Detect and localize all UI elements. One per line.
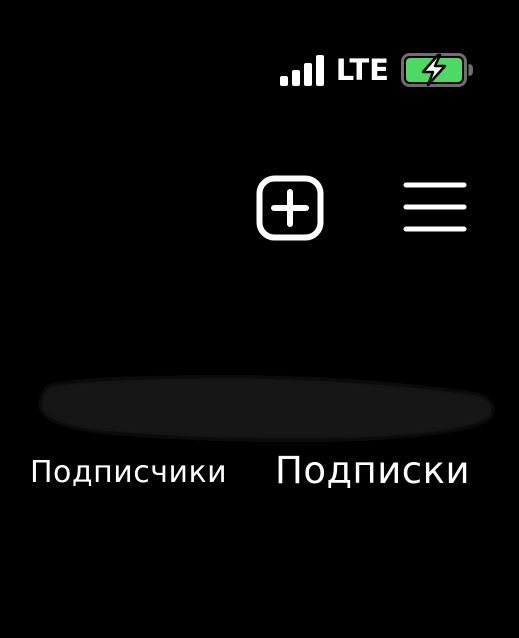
status-bar: LTE bbox=[279, 50, 475, 90]
tab-followers[interactable]: Подписчики bbox=[30, 455, 227, 490]
hamburger-menu-icon bbox=[403, 182, 467, 232]
network-type-label: LTE bbox=[335, 53, 389, 87]
plus-square-icon bbox=[256, 175, 324, 241]
profile-tabs: Подписчики Подписки bbox=[0, 445, 519, 505]
menu-button[interactable] bbox=[401, 176, 469, 238]
tab-following[interactable]: Подписки bbox=[275, 449, 470, 492]
profile-screen: LTE Подписчики Подписки bbox=[0, 0, 519, 638]
header-actions bbox=[255, 174, 475, 244]
cellular-signal-icon bbox=[279, 54, 324, 86]
create-post-button[interactable] bbox=[255, 174, 325, 242]
redacted-name bbox=[38, 372, 498, 442]
battery-charging-icon bbox=[401, 52, 475, 88]
